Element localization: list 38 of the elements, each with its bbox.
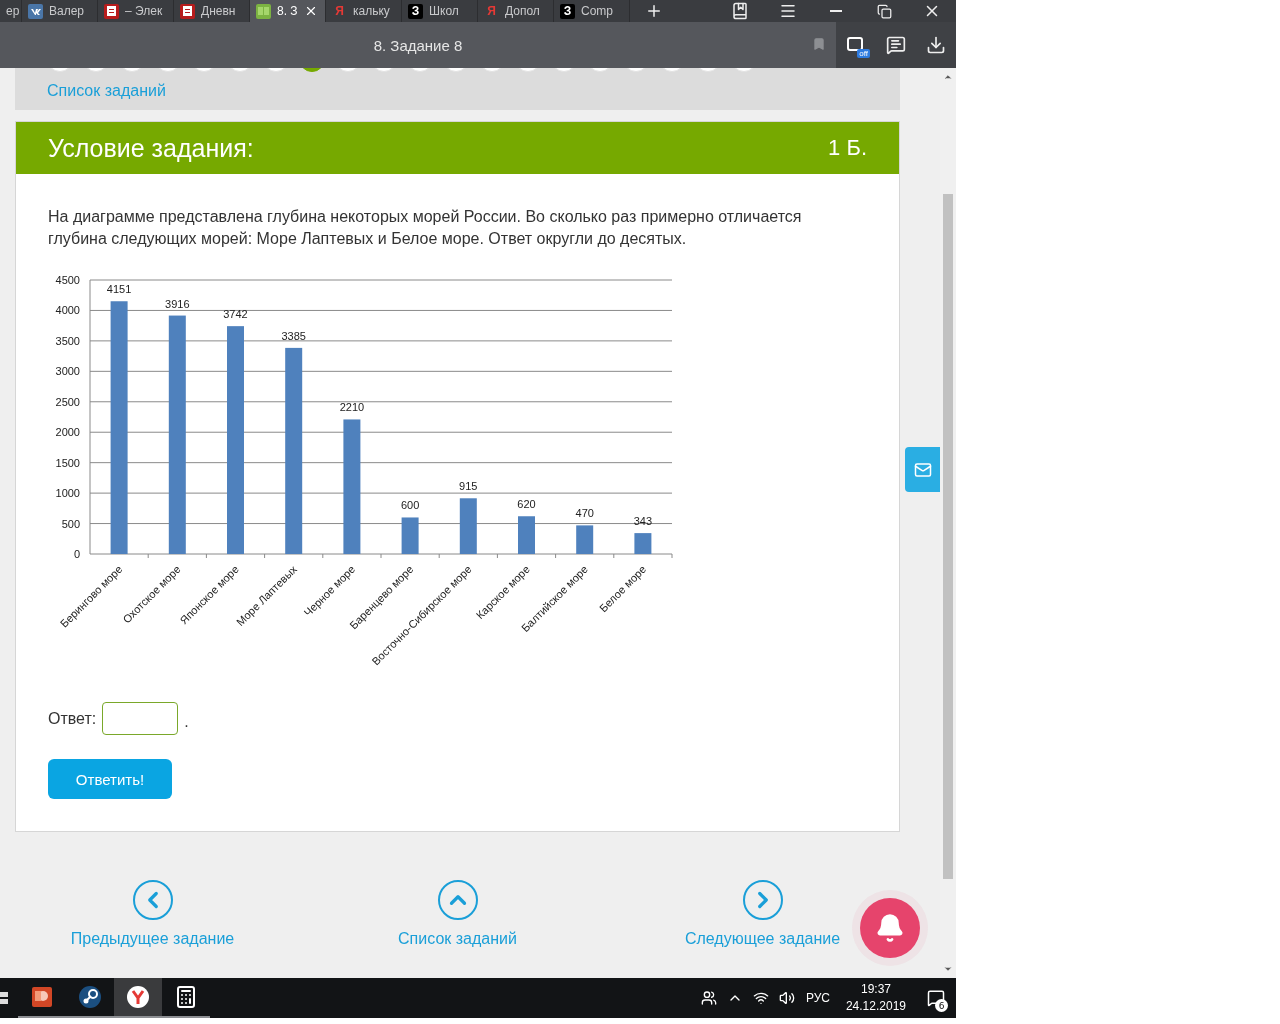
tab-icon: З — [560, 3, 575, 19]
browser-tab[interactable]: 8. З — [250, 0, 326, 22]
page-title: 8. Задание 8 — [373, 36, 463, 54]
tab-icon: Я — [484, 3, 499, 19]
extension-button[interactable]: off — [836, 22, 876, 68]
question-text: На диаграмме представлена глубина некоторых морей России. Во сколько раз примерно отличается глубина следующих морей: Море Лаптевых и Белое море. Ответ округли до десятых. — [48, 207, 803, 249]
notification-count: 6 — [935, 999, 948, 1012]
clock-date[interactable]: 24.12.2019 — [845, 998, 906, 1015]
axis-label: 4500 — [55, 274, 80, 286]
axis-label: 3000 — [55, 365, 80, 378]
axis-label: 500 — [61, 517, 80, 530]
data-label: 2210 — [339, 401, 365, 414]
data-label: 343 — [633, 515, 653, 528]
data-label: 915 — [459, 480, 478, 493]
axis-label: 0 — [73, 548, 80, 560]
data-label: 3742 — [223, 308, 248, 321]
notification-center-button[interactable]: 6 — [916, 978, 956, 1018]
axis-label: 1000 — [55, 487, 80, 500]
data-label: 4151 — [106, 283, 132, 296]
points: 1 Б. — [828, 135, 867, 161]
answer-label: Ответ: — [48, 709, 97, 729]
axis-label: 4000 — [55, 304, 80, 317]
extension-badge: off — [857, 49, 870, 58]
clock-time[interactable]: 19:37 — [860, 981, 891, 998]
data-label: 470 — [575, 507, 594, 520]
tab-icon: Я — [332, 3, 347, 19]
data-label: 3916 — [165, 297, 190, 310]
language-indicator[interactable]: РУС — [799, 978, 836, 1018]
axis-label: 2000 — [55, 426, 80, 439]
axis-label: 3500 — [55, 334, 80, 347]
answer-suffix: . — [184, 712, 189, 732]
tab-icon: З — [408, 3, 423, 19]
data-label: 620 — [517, 498, 536, 511]
axis-label: 2500 — [55, 395, 80, 408]
data-label: 600 — [400, 499, 420, 512]
axis-label: 1500 — [55, 456, 80, 469]
card-title: Условие задания: — [48, 133, 254, 163]
data-label: 3385 — [281, 329, 306, 342]
